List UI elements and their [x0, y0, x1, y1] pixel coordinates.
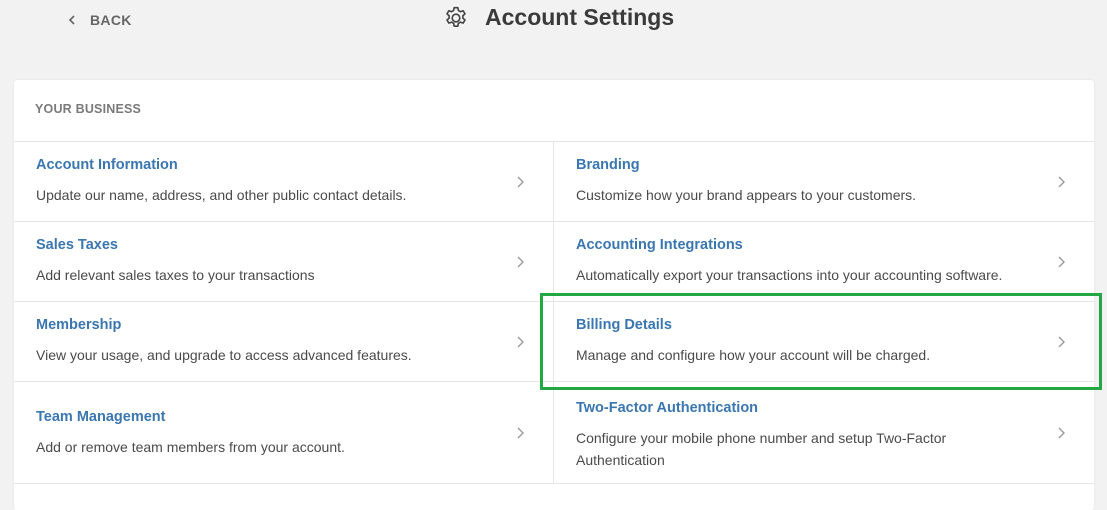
setting-description: Customize how your brand appears to your…	[576, 187, 917, 203]
setting-name[interactable]: Sales Taxes	[36, 237, 493, 253]
setting-description: Add relevant sales taxes to your transac…	[36, 267, 315, 283]
setting-description: View your usage, and upgrade to access a…	[36, 347, 412, 363]
settings-grid: Account Information Update our name, add…	[14, 141, 1094, 484]
setting-description: Add or remove team members from your acc…	[36, 439, 345, 455]
setting-name[interactable]: Accounting Integrations	[576, 237, 1034, 253]
setting-name[interactable]: Team Management	[36, 409, 493, 425]
setting-branding[interactable]: Branding Customize how your brand appear…	[554, 142, 1094, 221]
chevron-right-icon	[1058, 427, 1065, 438]
page-header: Account Settings	[443, 4, 674, 31]
chevron-right-icon	[517, 427, 524, 438]
setting-name[interactable]: Account Information	[36, 157, 493, 173]
setting-billing-details[interactable]: Billing Details Manage and configure how…	[554, 302, 1094, 381]
setting-account-information[interactable]: Account Information Update our name, add…	[14, 142, 554, 221]
settings-row: Sales Taxes Add relevant sales taxes to …	[14, 222, 1094, 302]
chevron-right-icon	[517, 336, 524, 347]
setting-description: Configure your mobile phone number and s…	[576, 430, 947, 468]
setting-team-management[interactable]: Team Management Add or remove team membe…	[14, 382, 554, 483]
settings-row: Team Management Add or remove team membe…	[14, 382, 1094, 484]
chevron-right-icon	[1058, 336, 1065, 347]
chevron-right-icon	[517, 176, 524, 187]
chevron-right-icon	[1058, 176, 1065, 187]
settings-card: YOUR BUSINESS Account Information Update…	[14, 80, 1094, 510]
setting-name[interactable]: Billing Details	[576, 317, 1034, 333]
settings-row: Membership View your usage, and upgrade …	[14, 302, 1094, 382]
setting-name[interactable]: Branding	[576, 157, 1034, 173]
chevron-right-icon	[517, 256, 524, 267]
back-label: BACK	[90, 12, 132, 28]
setting-sales-taxes[interactable]: Sales Taxes Add relevant sales taxes to …	[14, 222, 554, 301]
settings-row: Account Information Update our name, add…	[14, 142, 1094, 222]
setting-membership[interactable]: Membership View your usage, and upgrade …	[14, 302, 554, 381]
section-label: YOUR BUSINESS	[35, 102, 142, 116]
top-bar: BACK Account Settings	[0, 0, 1107, 60]
chevron-right-icon	[1058, 256, 1065, 267]
page-title: Account Settings	[485, 4, 675, 30]
setting-description: Update our name, address, and other publ…	[36, 187, 407, 203]
setting-description: Automatically export your transactions i…	[576, 267, 1003, 283]
back-button[interactable]: BACK	[66, 12, 132, 28]
setting-description: Manage and configure how your account wi…	[576, 347, 931, 363]
chevron-left-icon	[68, 15, 75, 25]
setting-accounting-integrations[interactable]: Accounting Integrations Automatically ex…	[554, 222, 1094, 301]
setting-name[interactable]: Membership	[36, 317, 493, 333]
setting-two-factor-authentication[interactable]: Two-Factor Authentication Configure your…	[554, 382, 1094, 483]
gear-icon	[446, 6, 466, 27]
setting-name[interactable]: Two-Factor Authentication	[576, 400, 1034, 416]
